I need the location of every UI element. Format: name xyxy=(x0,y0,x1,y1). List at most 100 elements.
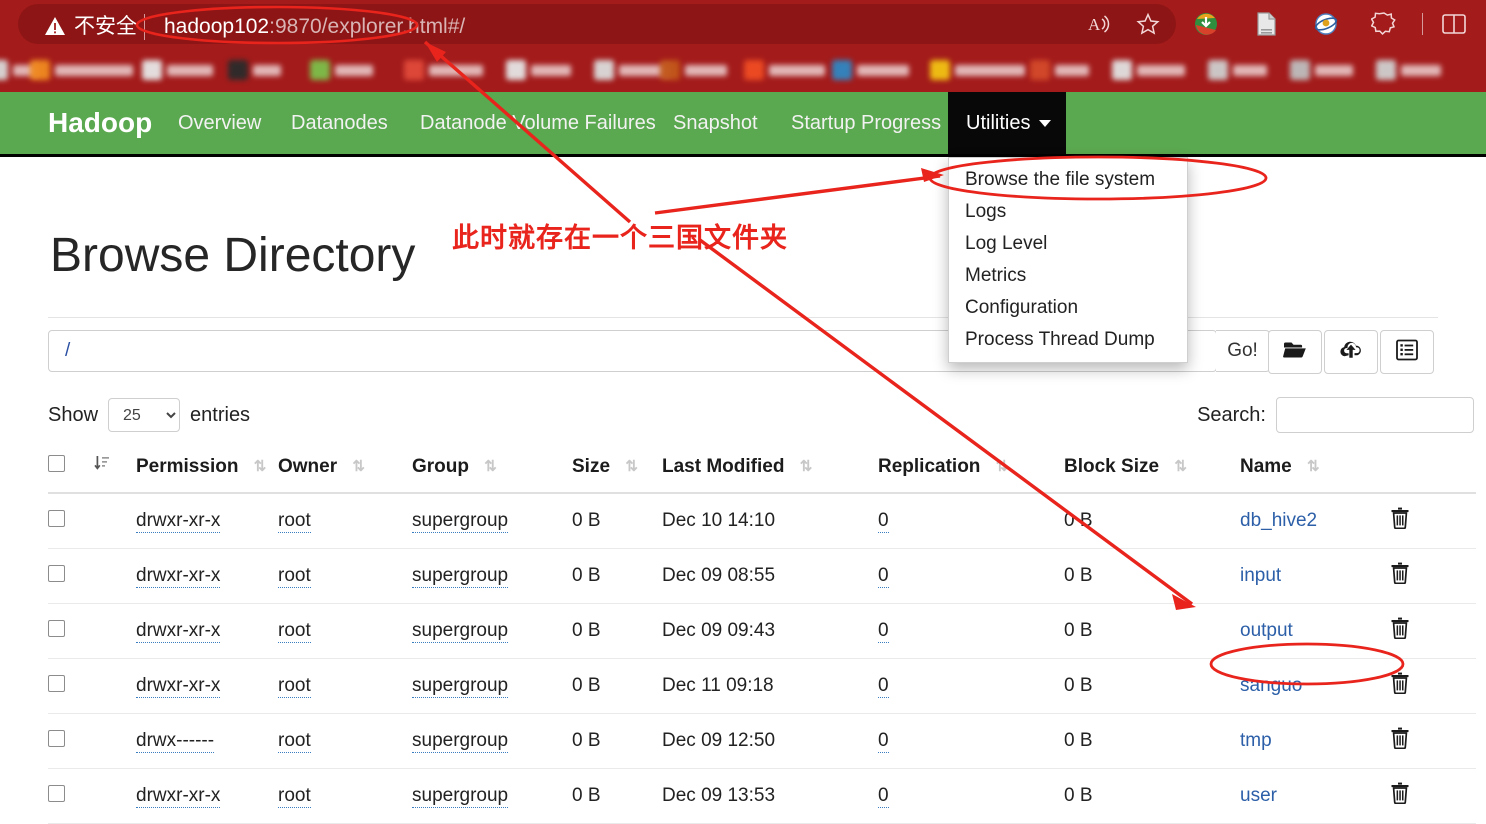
group-value[interactable]: supergroup xyxy=(412,785,509,808)
search-input[interactable] xyxy=(1276,397,1474,433)
cell-permission[interactable]: drwxr-xr-x xyxy=(136,603,278,659)
bookmark-item[interactable] xyxy=(1112,58,1185,82)
menu-item-process-thread-dump[interactable]: Process Thread Dump xyxy=(949,324,1187,356)
document-extension-icon[interactable] xyxy=(1250,8,1282,40)
nav-item-snapshot[interactable]: Snapshot xyxy=(655,92,776,154)
sort-icon[interactable]: ⇅ xyxy=(996,457,1009,475)
menu-item-log-level[interactable]: Log Level xyxy=(949,228,1187,260)
cell-permission[interactable]: drwx------ xyxy=(136,713,278,769)
cell-owner[interactable]: root xyxy=(278,713,412,769)
go-button[interactable]: Go! xyxy=(1216,330,1270,372)
group-value[interactable]: supergroup xyxy=(412,510,509,533)
replication-value[interactable]: 0 xyxy=(878,675,889,698)
row-checkbox-cell[interactable] xyxy=(48,493,94,549)
bookmark-item[interactable] xyxy=(506,58,571,82)
sort-icon[interactable]: ⇅ xyxy=(352,457,365,475)
cell-actions[interactable] xyxy=(1390,493,1476,549)
sort-icon[interactable]: ⇅ xyxy=(484,457,497,475)
row-checkbox-cell[interactable] xyxy=(48,603,94,659)
bookmark-item[interactable] xyxy=(1208,58,1267,82)
bookmarks-bar[interactable] xyxy=(0,48,1486,92)
replication-value[interactable]: 0 xyxy=(878,785,889,808)
permission-value[interactable]: drwxr-xr-x xyxy=(136,510,221,533)
nav-item-startup-progress[interactable]: Startup Progress xyxy=(773,92,959,154)
bookmark-item[interactable] xyxy=(404,58,483,82)
cell-permission[interactable]: drwxr-xr-x xyxy=(136,658,278,714)
address-bar[interactable]: 不安全 hadoop102:9870/explorer.html#/ xyxy=(18,4,1176,44)
cell-group[interactable]: supergroup xyxy=(412,713,572,769)
collections-icon[interactable] xyxy=(1368,8,1400,40)
cell-group[interactable]: supergroup xyxy=(412,493,572,549)
delete-icon[interactable] xyxy=(1390,507,1410,535)
row-checkbox-cell[interactable] xyxy=(48,768,94,824)
snapshot-list-button[interactable] xyxy=(1380,330,1434,374)
row-checkbox[interactable] xyxy=(48,729,65,747)
cell-actions[interactable] xyxy=(1390,713,1476,769)
idm-extension-icon[interactable] xyxy=(1190,8,1222,40)
cell-actions[interactable] xyxy=(1390,603,1476,659)
sort-icon[interactable]: ⇅ xyxy=(1307,457,1320,475)
col-permission[interactable]: Permission ⇅ xyxy=(136,449,278,494)
nav-item-utilities[interactable]: Utilities xyxy=(948,92,1066,154)
cell-name[interactable]: user xyxy=(1240,768,1390,824)
nav-item-overview[interactable]: Overview xyxy=(160,92,279,154)
bookmark-item[interactable] xyxy=(310,58,373,82)
cell-group[interactable]: supergroup xyxy=(412,603,572,659)
permission-value[interactable]: drwxr-xr-x xyxy=(136,620,221,643)
upload-button[interactable] xyxy=(1324,330,1378,374)
entries-select[interactable]: 25 50 100 xyxy=(108,398,181,432)
cell-permission[interactable]: drwxr-xr-x xyxy=(136,548,278,604)
sort-icon[interactable]: ⇅ xyxy=(254,457,267,475)
col-last-modified[interactable]: Last Modified ⇅ xyxy=(662,449,878,494)
bookmark-item[interactable] xyxy=(30,58,133,82)
utilities-dropdown-menu[interactable]: Browse the file system Logs Log Level Me… xyxy=(948,157,1188,363)
row-checkbox-cell[interactable] xyxy=(48,713,94,769)
cell-replication[interactable]: 0 xyxy=(878,548,1064,604)
bookmark-item[interactable] xyxy=(1376,58,1441,82)
cell-replication[interactable]: 0 xyxy=(878,658,1064,714)
cell-group[interactable]: supergroup xyxy=(412,548,572,604)
cell-owner[interactable]: root xyxy=(278,548,412,604)
menu-item-logs[interactable]: Logs xyxy=(949,196,1187,228)
cell-owner[interactable]: root xyxy=(278,658,412,714)
col-name[interactable]: Name ⇅ xyxy=(1240,449,1390,494)
delete-icon[interactable] xyxy=(1390,782,1410,810)
cell-owner[interactable]: root xyxy=(278,768,412,824)
permission-value[interactable]: drwxr-xr-x xyxy=(136,785,221,808)
cell-owner[interactable]: root xyxy=(278,603,412,659)
file-link[interactable]: output xyxy=(1240,620,1293,641)
file-link[interactable]: tmp xyxy=(1240,730,1272,751)
bookmark-item[interactable] xyxy=(832,58,909,82)
owner-value[interactable]: root xyxy=(278,565,311,588)
col-size[interactable]: Size ⇅ xyxy=(572,449,662,494)
open-folder-button[interactable] xyxy=(1268,330,1322,374)
owner-value[interactable]: root xyxy=(278,785,311,808)
cell-permission[interactable]: drwxr-xr-x xyxy=(136,768,278,824)
file-link[interactable]: user xyxy=(1240,785,1277,806)
select-all-checkbox[interactable] xyxy=(48,455,65,472)
cell-owner[interactable]: root xyxy=(278,493,412,549)
owner-value[interactable]: root xyxy=(278,620,311,643)
bookmark-item[interactable] xyxy=(1030,58,1089,82)
bookmark-item[interactable] xyxy=(142,58,213,82)
group-value[interactable]: supergroup xyxy=(412,565,509,588)
more-options-icon[interactable] xyxy=(1480,8,1486,40)
row-checkbox-cell[interactable] xyxy=(48,548,94,604)
permission-value[interactable]: drwxr-xr-x xyxy=(136,675,221,698)
nav-item-datanodes[interactable]: Datanodes xyxy=(273,92,406,154)
col-group[interactable]: Group ⇅ xyxy=(412,449,572,494)
sort-icon[interactable]: ⇅ xyxy=(625,457,638,475)
hadoop-brand[interactable]: Hadoop xyxy=(48,106,152,140)
delete-icon[interactable] xyxy=(1390,617,1410,645)
cell-name[interactable]: output xyxy=(1240,603,1390,659)
col-replication[interactable]: Replication ⇅ xyxy=(878,449,1064,494)
cell-group[interactable]: supergroup xyxy=(412,768,572,824)
menu-item-metrics[interactable]: Metrics xyxy=(949,260,1187,292)
bookmark-item[interactable] xyxy=(930,58,1025,82)
cell-name[interactable]: input xyxy=(1240,548,1390,604)
row-checkbox[interactable] xyxy=(48,784,65,802)
cell-actions[interactable] xyxy=(1390,768,1476,824)
sort-amount-down-icon[interactable] xyxy=(94,456,110,477)
col-block-size[interactable]: Block Size ⇅ xyxy=(1064,449,1240,494)
menu-item-configuration[interactable]: Configuration xyxy=(949,292,1187,324)
